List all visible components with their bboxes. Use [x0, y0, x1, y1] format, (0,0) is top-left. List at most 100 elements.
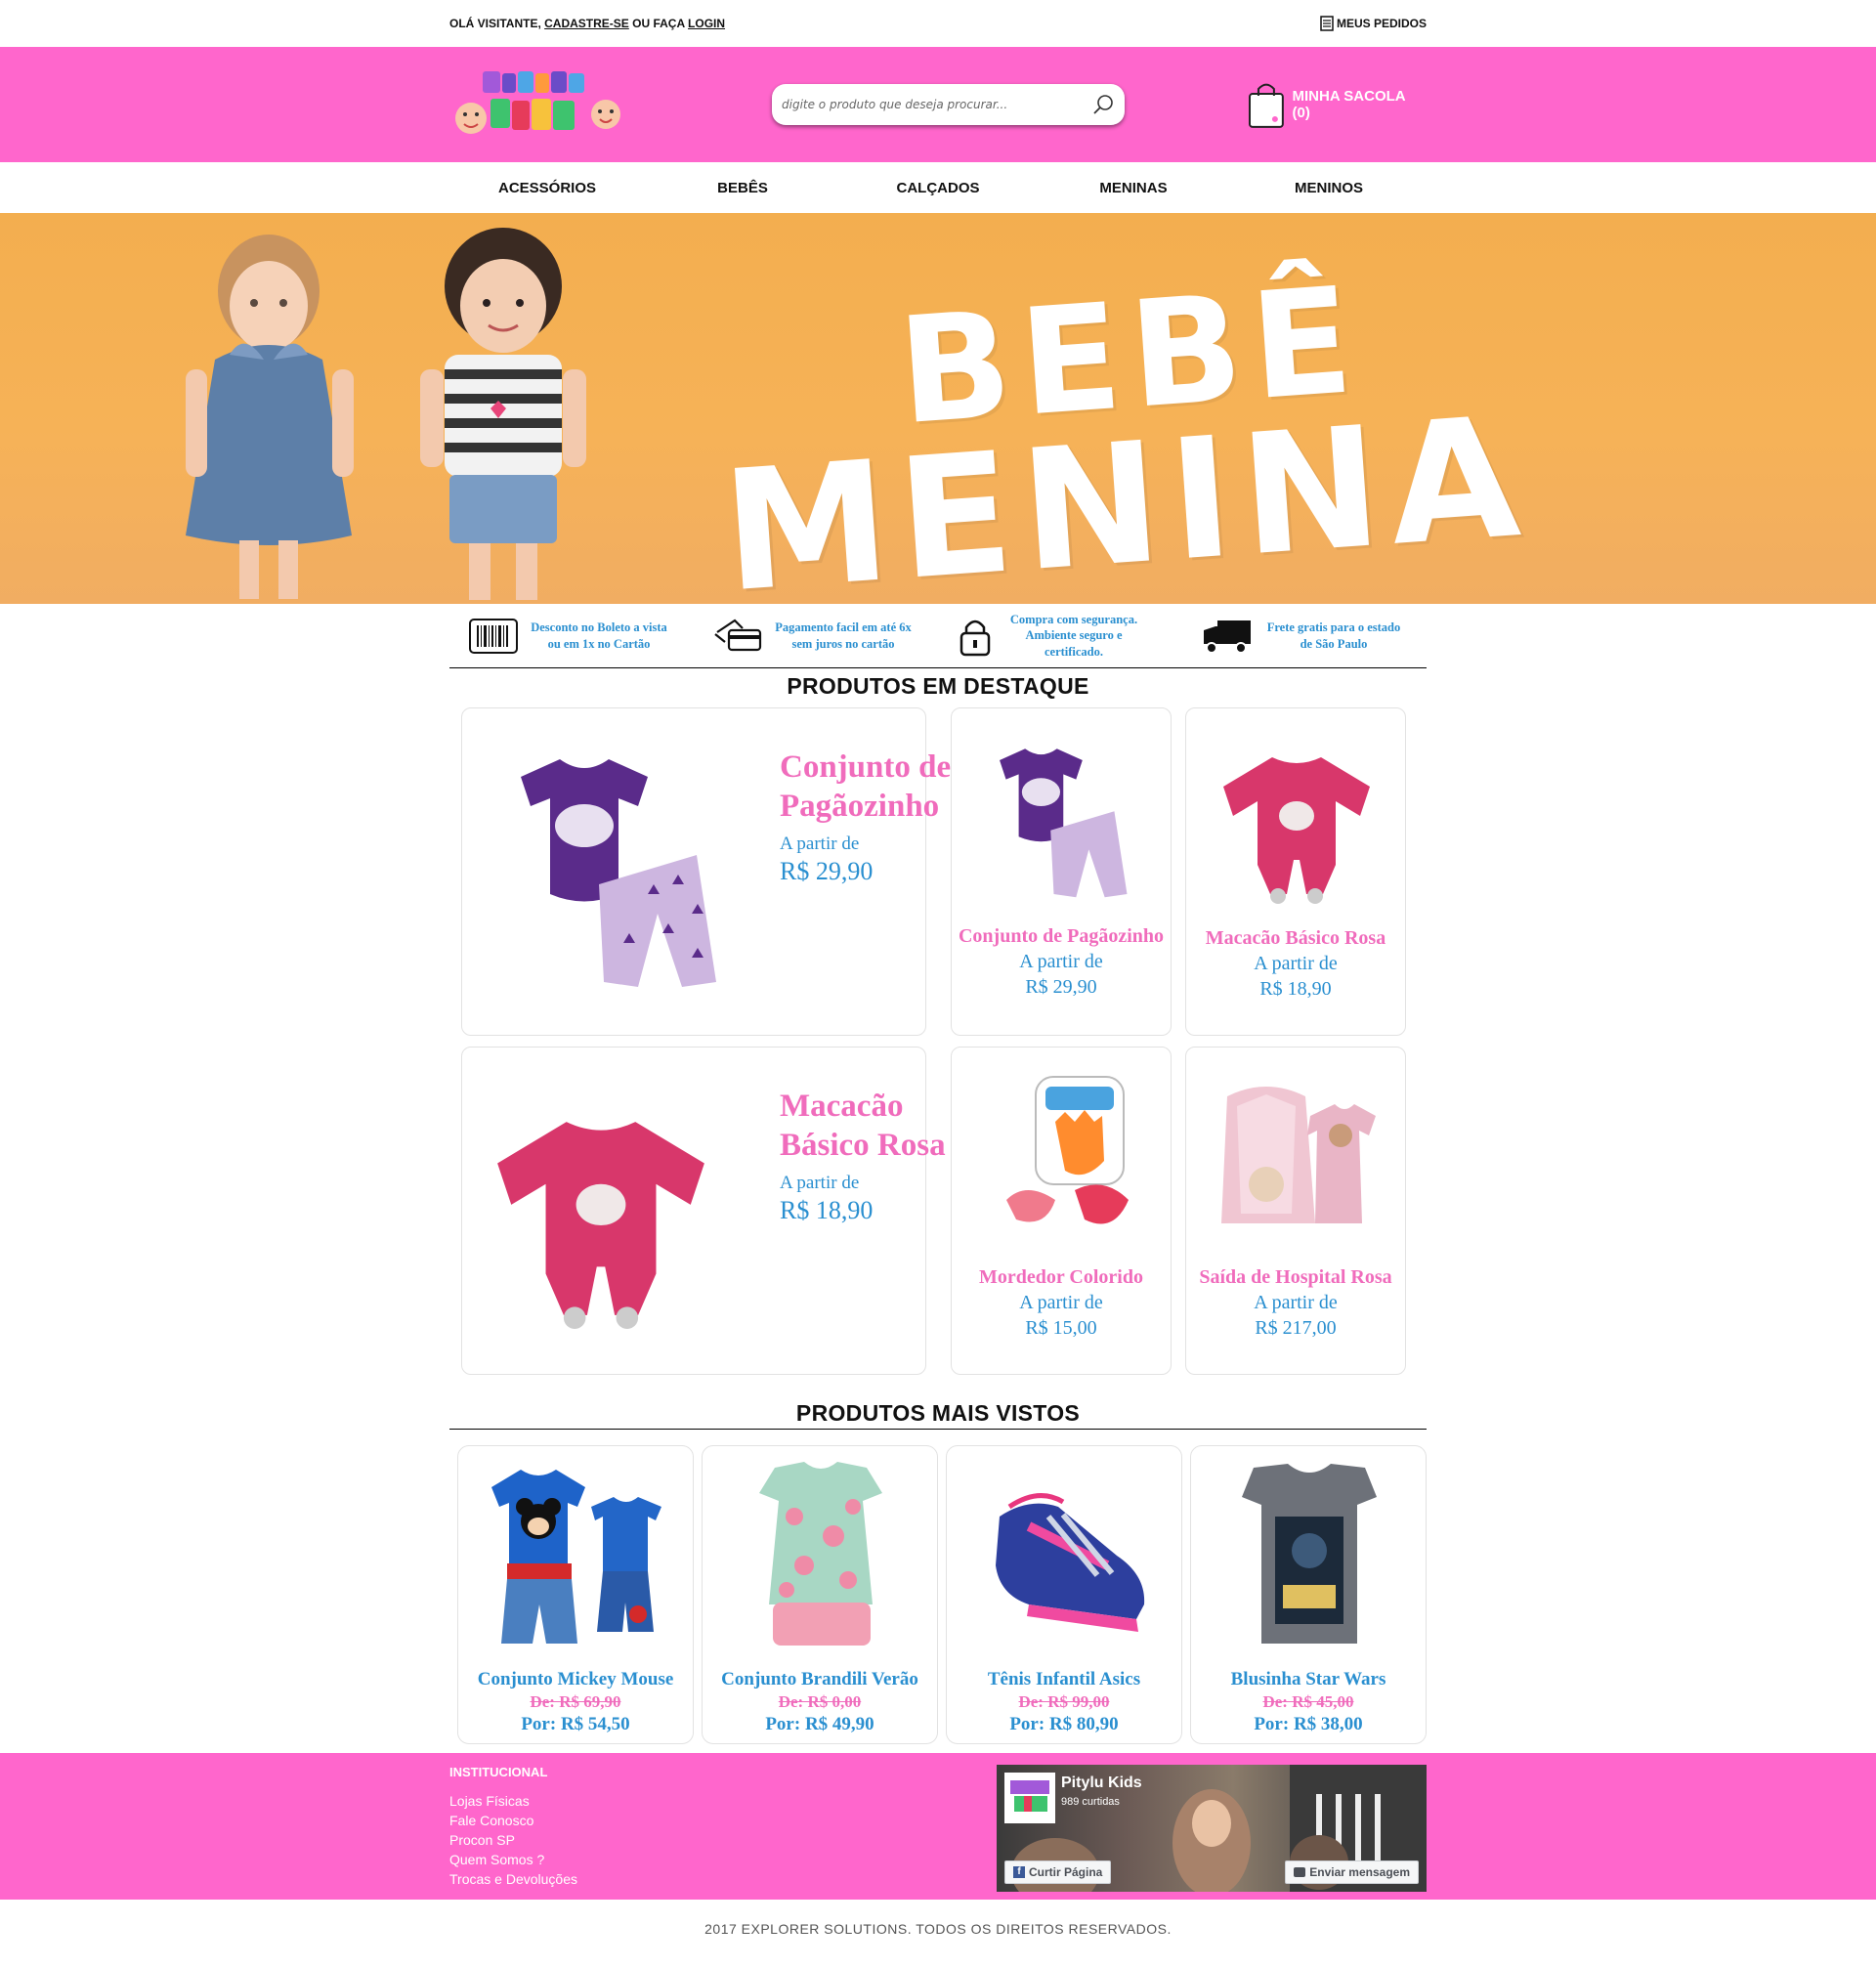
product-image-pagaozinho: [521, 759, 716, 987]
facebook-page-widget[interactable]: Pitylu Kids 989 curtidas f Curtir Página…: [997, 1765, 1427, 1892]
product-name[interactable]: Blusinha Star Wars: [1191, 1669, 1426, 1690]
product-image-brandili: [759, 1462, 882, 1646]
banner-headline-line2: MENINA: [717, 380, 1535, 604]
facebook-likes-count: 989 curtidas: [1061, 1796, 1120, 1808]
product-name[interactable]: Mordedor Colorido: [952, 1264, 1171, 1290]
product-from-label: A partir de: [1254, 1292, 1338, 1313]
product-card[interactable]: Mordedor Colorido A partir de R$ 15,00: [951, 1047, 1172, 1375]
children-photo: [186, 228, 586, 600]
credit-card-icon: [714, 619, 762, 651]
product-from-label: A partir de: [1254, 953, 1338, 974]
greeting-text: OLÁ VISITANTE,: [449, 17, 541, 30]
category-nav: ACESSÓRIOS BEBÊS CALÇADOS MENINAS MENINO…: [0, 162, 1876, 213]
product-card[interactable]: Macacão Básico Rosa A partir de R$ 18,90: [1185, 707, 1406, 1036]
logo[interactable]: [449, 58, 635, 151]
nav-item-calcados[interactable]: CALÇADOS: [840, 180, 1036, 196]
my-orders-link[interactable]: MEUS PEDIDOS: [1320, 16, 1427, 31]
product-card[interactable]: Saída de Hospital Rosa A partir de R$ 21…: [1185, 1047, 1406, 1375]
product-info: Saída de Hospital Rosa A partir de R$ 21…: [1186, 1264, 1405, 1341]
benefit-text: Frete gratis para o estado de São Paulo: [1266, 620, 1401, 651]
most-viewed-products: Conjunto Mickey Mouse De: R$ 69,90 Por: …: [449, 1430, 1427, 1752]
institutional-links: INSTITUCIONAL Lojas Físicas Fale Conosco…: [449, 1765, 577, 1889]
nav-item-acessorios[interactable]: ACESSÓRIOS: [449, 180, 645, 196]
product-info: Macacão Básico Rosa A partir de R$ 18,90: [780, 1087, 956, 1225]
product-new-price: Por: R$ 80,90: [1009, 1714, 1119, 1734]
product-image-pagaozinho: [1000, 748, 1128, 898]
search-icon[interactable]: [1091, 93, 1115, 116]
truck-icon: [1204, 620, 1251, 654]
hero-banner[interactable]: BEBÊ MENINA: [0, 213, 1876, 604]
register-link[interactable]: CADASTRE-SE: [544, 17, 629, 30]
product-name[interactable]: Tênis Infantil Asics: [947, 1669, 1181, 1690]
copyright: 2017 EXPLORER SOLUTIONS. TODOS OS DIREIT…: [704, 1921, 1172, 1937]
product-old-price: De: R$ 0,00: [778, 1692, 862, 1711]
product-image-star-wars: [1242, 1464, 1377, 1644]
product-name[interactable]: Saída de Hospital Rosa: [1186, 1264, 1405, 1290]
footer-link-fale-conosco[interactable]: Fale Conosco: [449, 1811, 577, 1830]
facebook-page-avatar: [1004, 1773, 1055, 1823]
benefit-text: Pagamento facil em até 6x sem juros no c…: [775, 620, 912, 651]
footer-link-lojas[interactable]: Lojas Físicas: [449, 1791, 577, 1811]
product-old-price: De: R$ 99,00: [1018, 1692, 1110, 1711]
product-info: Macacão Básico Rosa A partir de R$ 18,90: [1186, 925, 1405, 1002]
product-price: R$ 217,00: [1255, 1317, 1337, 1339]
footer-link-procon[interactable]: Procon SP: [449, 1830, 577, 1850]
product-price: R$ 18,90: [780, 1196, 874, 1224]
search-box: [772, 84, 1125, 125]
product-card[interactable]: Conjunto Brandili Verão De: R$ 0,00 Por:…: [702, 1445, 938, 1744]
search-input[interactable]: [782, 98, 1091, 111]
benefit-boleto: Desconto no Boleto a vista ou em 1x no C…: [449, 618, 694, 654]
product-name[interactable]: Conjunto Mickey Mouse: [458, 1669, 693, 1690]
benefits-bar: Desconto no Boleto a vista ou em 1x no C…: [0, 604, 1876, 668]
header: MINHA SACOLA (0): [0, 47, 1876, 162]
nav-item-bebes[interactable]: BEBÊS: [645, 180, 840, 196]
shopping-bag-label: MINHA SACOLA (0): [1292, 88, 1406, 121]
footer-link-trocas[interactable]: Trocas e Devoluções: [449, 1869, 577, 1889]
product-name[interactable]: Macacão Básico Rosa: [1186, 925, 1405, 951]
product-old-price: De: R$ 69,90: [530, 1692, 621, 1711]
nav-item-meninas[interactable]: MENINAS: [1036, 180, 1231, 196]
facebook-like-button[interactable]: f Curtir Página: [1004, 1860, 1112, 1884]
product-name[interactable]: Macacão Básico Rosa: [780, 1087, 956, 1165]
product-card[interactable]: Conjunto Mickey Mouse De: R$ 69,90 Por: …: [457, 1445, 694, 1744]
product-name[interactable]: Conjunto de Pagãozinho: [780, 748, 956, 826]
product-image-macacao: [497, 1122, 704, 1329]
footer: INSTITUCIONAL Lojas Físicas Fale Conosco…: [0, 1753, 1876, 1900]
product-price: R$ 15,00: [1025, 1317, 1097, 1339]
footer-link-quem-somos[interactable]: Quem Somos ?: [449, 1850, 577, 1869]
product-image-saida-hospital: [1221, 1087, 1376, 1223]
or-text: OU FAÇA: [632, 17, 685, 30]
most-viewed-title: PRODUTOS MAIS VISTOS: [795, 1400, 1081, 1426]
product-image-mickey: [491, 1470, 661, 1644]
shopping-bag-icon: [1248, 83, 1284, 128]
product-name[interactable]: Conjunto Brandili Verão: [703, 1669, 937, 1690]
product-card[interactable]: Blusinha Star Wars De: R$ 45,00 Por: R$ …: [1190, 1445, 1427, 1744]
shopping-bag-link[interactable]: MINHA SACOLA (0): [1248, 80, 1427, 129]
lock-icon: [959, 620, 991, 656]
product-price: R$ 18,90: [1259, 978, 1332, 1000]
product-card-featured[interactable]: Macacão Básico Rosa A partir de R$ 18,90: [461, 1047, 946, 1375]
facebook-message-label: Enviar mensagem: [1309, 1865, 1410, 1879]
product-from-label: A partir de: [1019, 951, 1103, 972]
login-link[interactable]: LOGIN: [688, 17, 725, 30]
facebook-message-button[interactable]: Enviar mensagem: [1285, 1860, 1419, 1884]
product-name[interactable]: Conjunto de Pagãozinho: [952, 923, 1171, 949]
benefit-text: Compra com segurança. Ambiente seguro e …: [1009, 613, 1138, 659]
product-card[interactable]: Conjunto de Pagãozinho A partir de R$ 29…: [951, 707, 1172, 1036]
product-card[interactable]: Tênis Infantil Asics De: R$ 99,00 Por: R…: [946, 1445, 1182, 1744]
facebook-page-name[interactable]: Pitylu Kids: [1061, 1775, 1142, 1792]
product-price: R$ 29,90: [1025, 976, 1097, 998]
pitylu-kids-avatar-icon: [1010, 1780, 1049, 1812]
product-card-featured[interactable]: Conjunto de Pagãozinho A partir de R$ 29…: [461, 707, 951, 1036]
barcode-icon: [469, 618, 518, 654]
benefit-security: Compra com segurança. Ambiente seguro e …: [938, 612, 1182, 660]
orders-list-icon: [1320, 16, 1334, 31]
featured-products: Conjunto de Pagãozinho A partir de R$ 29…: [449, 707, 1427, 1391]
nav-item-meninos[interactable]: MENINOS: [1231, 180, 1427, 196]
facebook-icon: f: [1013, 1866, 1025, 1878]
my-orders-label: MEUS PEDIDOS: [1336, 17, 1427, 30]
product-new-price: Por: R$ 49,90: [765, 1714, 874, 1734]
footer-section-title: INSTITUCIONAL: [449, 1765, 548, 1779]
product-new-price: Por: R$ 38,00: [1254, 1714, 1363, 1734]
product-from-label: A partir de: [1019, 1292, 1103, 1313]
